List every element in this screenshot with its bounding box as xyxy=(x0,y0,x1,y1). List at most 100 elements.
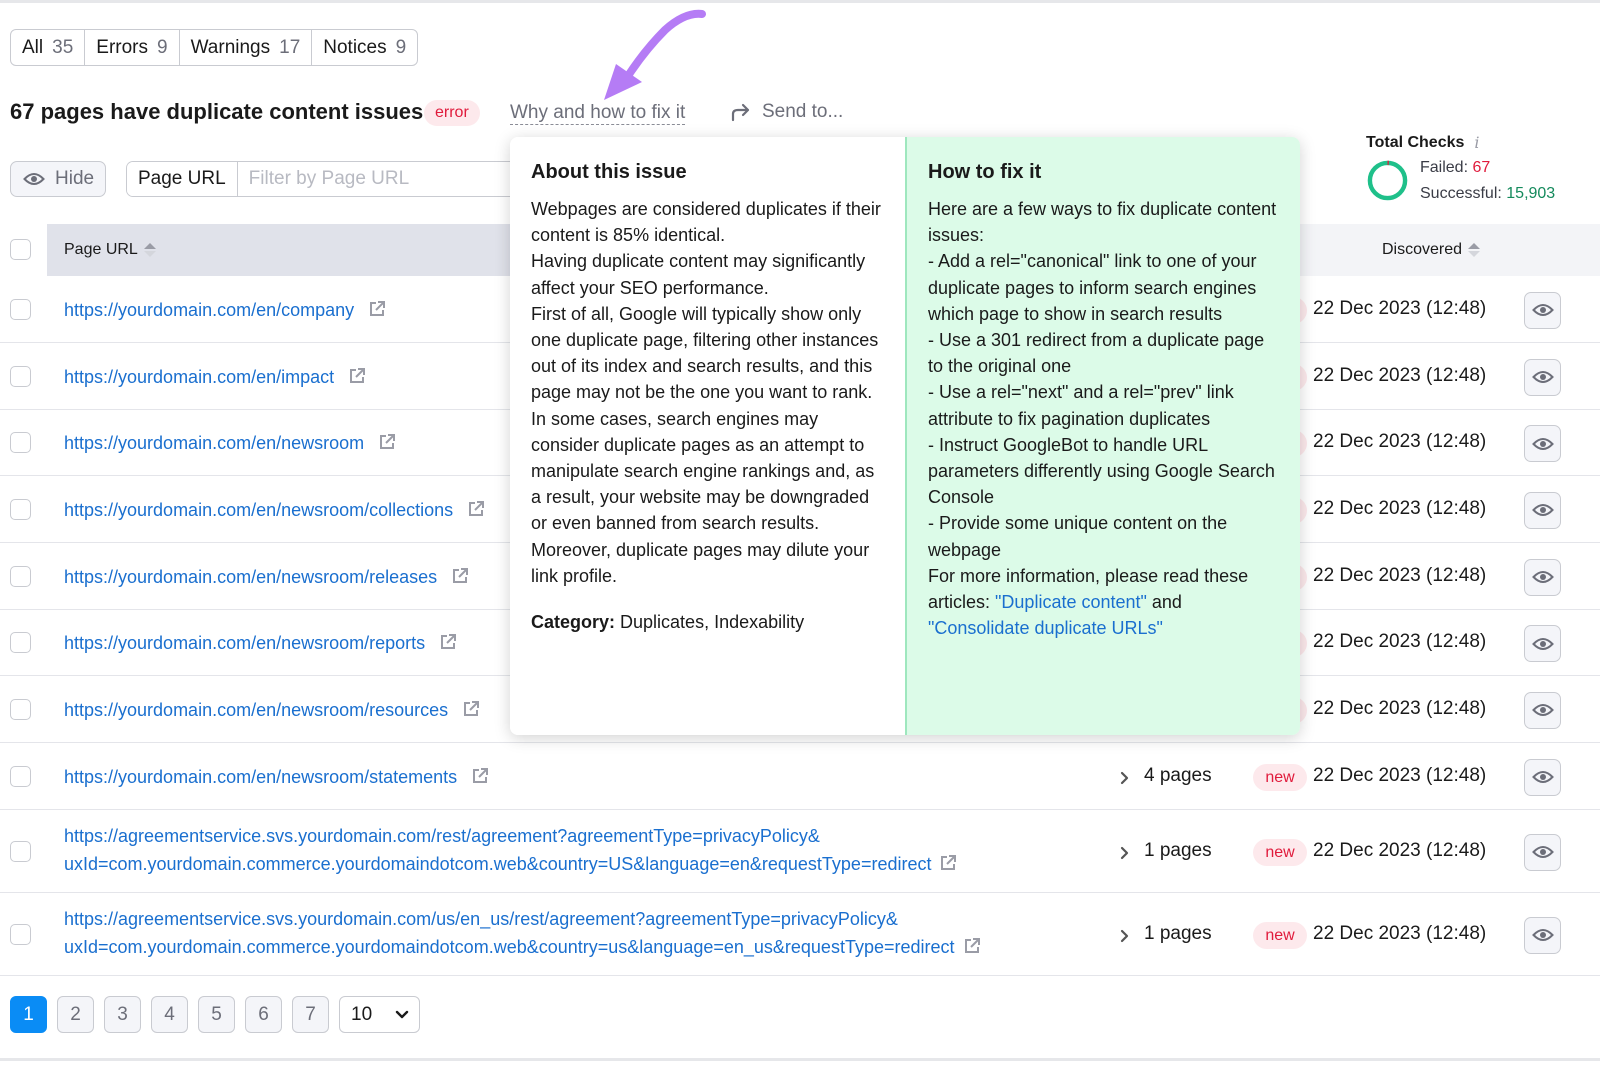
view-issue-button[interactable] xyxy=(1524,916,1561,954)
category-value: Duplicates, Indexability xyxy=(620,612,805,633)
info-icon[interactable]: i xyxy=(1474,133,1479,152)
url-text: https://yourdomain.com/en/newsroom/state… xyxy=(64,766,458,787)
view-issue-button[interactable] xyxy=(1524,291,1561,329)
tab-label: All xyxy=(22,36,44,58)
eye-icon xyxy=(23,173,45,185)
page-url-link[interactable]: https://yourdomain.com/en/impact xyxy=(64,363,366,391)
row-checkbox[interactable] xyxy=(10,840,31,862)
column-header-page-url[interactable]: Page URL xyxy=(47,224,517,276)
page-button-2[interactable]: 2 xyxy=(57,996,94,1033)
select-all-checkbox[interactable] xyxy=(10,239,31,260)
duplicate-pages-toggle[interactable]: 4 pages xyxy=(1120,765,1212,787)
tab-errors[interactable]: Errors 9 xyxy=(85,30,180,65)
send-to-button[interactable]: Send to... xyxy=(730,101,843,123)
row-checkbox[interactable] xyxy=(10,432,31,453)
page-url-link[interactable]: https://yourdomain.com/en/newsroom xyxy=(64,429,396,457)
view-issue-button[interactable] xyxy=(1524,758,1561,796)
discovered-date: 22 Dec 2023 (12:48) xyxy=(1313,631,1487,652)
discovered-date: 22 Dec 2023 (12:48) xyxy=(1313,497,1487,519)
row-checkbox[interactable] xyxy=(10,565,31,587)
hide-label: Hide xyxy=(55,168,95,189)
page-button-3[interactable]: 3 xyxy=(104,996,141,1033)
view-issue-button[interactable] xyxy=(1524,625,1561,662)
consolidate-urls-link[interactable]: "Consolidate duplicate URLs" xyxy=(928,618,1163,638)
page-url-link[interactable]: https://yourdomain.com/en/newsroom/repor… xyxy=(64,629,457,657)
row-checkbox[interactable] xyxy=(10,698,31,720)
row-checkbox[interactable] xyxy=(10,923,31,945)
external-link-icon[interactable] xyxy=(439,631,457,649)
tab-warnings[interactable]: Warnings 17 xyxy=(180,30,313,65)
page-button-7[interactable]: 7 xyxy=(292,996,329,1033)
view-issue-button[interactable] xyxy=(1524,833,1561,871)
page-button-4[interactable]: 4 xyxy=(151,996,188,1033)
discovered-date: 22 Dec 2023 (12:48) xyxy=(1313,564,1487,586)
external-link-icon[interactable] xyxy=(939,852,957,870)
external-link-icon[interactable] xyxy=(471,765,489,783)
page-url-link[interactable]: https://yourdomain.com/en/newsroom/relea… xyxy=(64,563,469,591)
page-url-link[interactable]: https://yourdomain.com/en/newsroom/state… xyxy=(64,763,489,791)
chevron-down-icon xyxy=(395,1010,409,1018)
view-issue-button[interactable] xyxy=(1524,691,1561,729)
external-link-icon[interactable] xyxy=(348,365,366,383)
view-issue-button[interactable] xyxy=(1524,491,1561,529)
tab-label: Notices xyxy=(323,36,387,58)
duplicate-pages-toggle[interactable]: 1 pages xyxy=(1120,923,1212,945)
tab-label: Warnings xyxy=(190,36,271,58)
page-url-link[interactable]: https://yourdomain.com/en/company xyxy=(64,296,386,324)
row-checkbox[interactable] xyxy=(10,298,31,320)
hide-button[interactable]: Hide xyxy=(10,161,106,197)
page-url-link[interactable]: https://yourdomain.com/en/newsroom/resou… xyxy=(64,696,480,724)
external-link-icon[interactable] xyxy=(451,565,469,583)
sort-icon xyxy=(1468,242,1481,258)
send-to-label: Send to... xyxy=(762,101,844,122)
view-issue-button[interactable] xyxy=(1524,425,1561,462)
row-checkbox[interactable] xyxy=(10,498,31,520)
page-url-link[interactable]: https://agreementservice.svs.yourdomain.… xyxy=(64,905,981,961)
page-button-5[interactable]: 5 xyxy=(198,996,235,1033)
per-page-value: 10 xyxy=(351,1003,373,1025)
how-to-fix-title: How to fix it xyxy=(928,161,1042,183)
discovered-date: 22 Dec 2023 (12:48) xyxy=(1313,431,1487,452)
view-issue-button[interactable] xyxy=(1524,358,1561,396)
external-link-icon[interactable] xyxy=(462,698,480,716)
page-button-6[interactable]: 6 xyxy=(245,996,282,1033)
table-row: https://agreementservice.svs.yourdomain.… xyxy=(0,893,1600,976)
eye-icon xyxy=(1531,927,1554,943)
tab-notices[interactable]: Notices 9 xyxy=(312,30,417,65)
eye-icon xyxy=(1531,769,1554,785)
column-header-discovered[interactable]: Discovered xyxy=(1382,224,1481,276)
per-page-select[interactable]: 10 xyxy=(339,996,420,1033)
external-link-icon[interactable] xyxy=(368,298,386,316)
column-label: Page URL xyxy=(64,241,138,258)
page-button-1[interactable]: 1 xyxy=(10,996,47,1033)
row-checkbox[interactable] xyxy=(10,632,31,653)
external-link-icon[interactable] xyxy=(963,935,981,953)
url-text: https://yourdomain.com/en/newsroom/colle… xyxy=(64,499,454,520)
new-badge: new xyxy=(1253,921,1307,949)
severity-badge: error xyxy=(424,100,480,126)
duplicate-pages-toggle[interactable]: 1 pages xyxy=(1120,840,1212,862)
successful-count: Successful: 15,903 xyxy=(1420,185,1555,203)
duplicate-content-link[interactable]: "Duplicate content" xyxy=(995,592,1147,612)
tab-all[interactable]: All 35 xyxy=(11,30,86,65)
filter-field-label[interactable]: Page URL xyxy=(127,162,238,196)
external-link-icon[interactable] xyxy=(378,431,396,449)
filter-page-url-input[interactable] xyxy=(237,162,525,196)
pages-count: 1 pages xyxy=(1144,839,1212,861)
url-text: https://yourdomain.com/en/company xyxy=(64,299,355,320)
page-url-link[interactable]: https://agreementservice.svs.yourdomain.… xyxy=(64,822,957,878)
url-text: https://yourdomain.com/en/newsroom/repor… xyxy=(64,633,426,653)
row-checkbox[interactable] xyxy=(10,365,31,387)
view-issue-button[interactable] xyxy=(1524,558,1561,596)
external-link-icon[interactable] xyxy=(467,498,485,516)
how-to-fix-panel: How to fix it Here are a few ways to fix… xyxy=(905,137,1300,735)
discovered-date: 22 Dec 2023 (12:48) xyxy=(1313,697,1487,719)
eye-icon xyxy=(1531,844,1554,860)
row-checkbox[interactable] xyxy=(10,765,31,787)
url-line-2: uxId=com.yourdomain.commerce.yourdomaind… xyxy=(64,936,955,957)
page-url-link[interactable]: https://yourdomain.com/en/newsroom/colle… xyxy=(64,496,485,524)
table-row: https://agreementservice.svs.yourdomain.… xyxy=(0,810,1600,893)
about-issue-title: About this issue xyxy=(531,161,687,183)
url-line-1: https://agreementservice.svs.yourdomain.… xyxy=(64,825,820,846)
discovered-date: 22 Dec 2023 (12:48) xyxy=(1313,764,1487,786)
